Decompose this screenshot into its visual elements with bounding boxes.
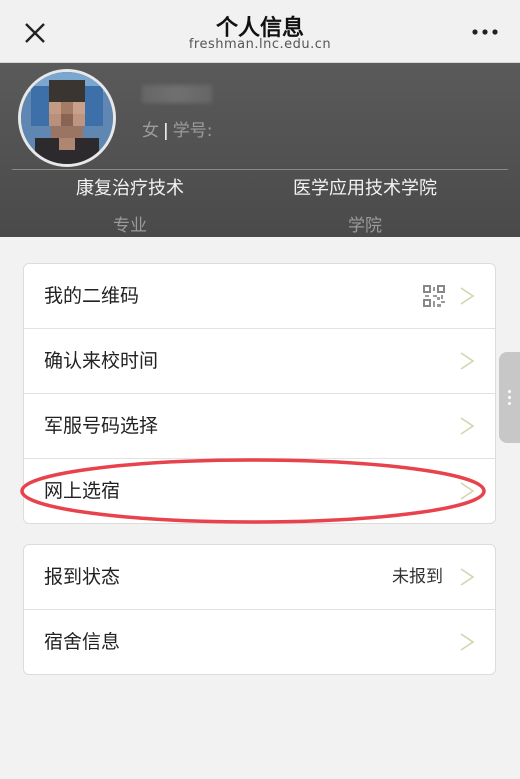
avatar-pixelated-image (21, 72, 113, 164)
menu-item-dorm-info[interactable]: 宿舍信息 (24, 610, 495, 674)
gender-studentid-line: 女 | 学号: (142, 116, 212, 141)
college-value: 医学应用技术学院 (293, 178, 437, 199)
gender-text: 女 (142, 121, 159, 141)
menu-item-my-qr-code[interactable]: 我的二维码 (24, 264, 495, 329)
top-bar: 个人信息 freshman.lnc.edu.cn (0, 0, 520, 63)
dot (508, 390, 511, 393)
menu-item-label: 宿舍信息 (44, 631, 121, 653)
menu-card-2: 报到状态 未报到 宿舍信息 (23, 544, 496, 675)
menu-card-1: 我的二维码 确认来校时间 军服号码选择 网上选宿 (23, 263, 496, 524)
major-label: 专业 (113, 216, 147, 236)
chevron-right-icon (460, 482, 475, 500)
college-label: 学院 (348, 216, 382, 236)
menu-item-label: 我的二维码 (44, 285, 140, 307)
menu-item-label: 确认来校时间 (44, 350, 159, 372)
menu-item-uniform-number[interactable]: 军服号码选择 (24, 394, 495, 459)
avatar[interactable] (18, 69, 116, 167)
registration-status-value: 未报到 (392, 567, 443, 587)
qr-code-icon (423, 285, 445, 307)
separator: | (163, 121, 169, 141)
menu-item-online-dorm-selection[interactable]: 网上选宿 (24, 459, 495, 523)
major-value: 康复治疗技术 (76, 178, 184, 199)
student-id-label: 学号: (172, 121, 213, 141)
menu-item-confirm-arrival-time[interactable]: 确认来校时间 (24, 329, 495, 394)
dot (508, 396, 511, 399)
chevron-right-icon (460, 568, 475, 586)
menu-item-registration-status[interactable]: 报到状态 未报到 (24, 545, 495, 610)
chevron-right-icon (460, 417, 475, 435)
page-url: freshman.lnc.edu.cn (188, 37, 332, 52)
more-horizontal-icon[interactable] (470, 20, 500, 44)
menu-item-label: 网上选宿 (44, 480, 121, 502)
name-redacted (142, 85, 212, 103)
profile-header: 女 | 学号: 康复治疗技术 专业 医学应用技术学院 学院 (0, 63, 520, 237)
chevron-right-icon (460, 633, 475, 651)
college-info: 医学应用技术学院 学院 (235, 175, 495, 236)
chevron-right-icon (460, 287, 475, 305)
major-info: 康复治疗技术 专业 (0, 175, 260, 236)
menu-item-label: 报到状态 (44, 566, 121, 588)
side-float-tab[interactable] (499, 352, 520, 443)
profile-divider (12, 169, 508, 170)
dot (508, 402, 511, 405)
menu-item-label: 军服号码选择 (44, 415, 159, 437)
chevron-right-icon (460, 352, 475, 370)
